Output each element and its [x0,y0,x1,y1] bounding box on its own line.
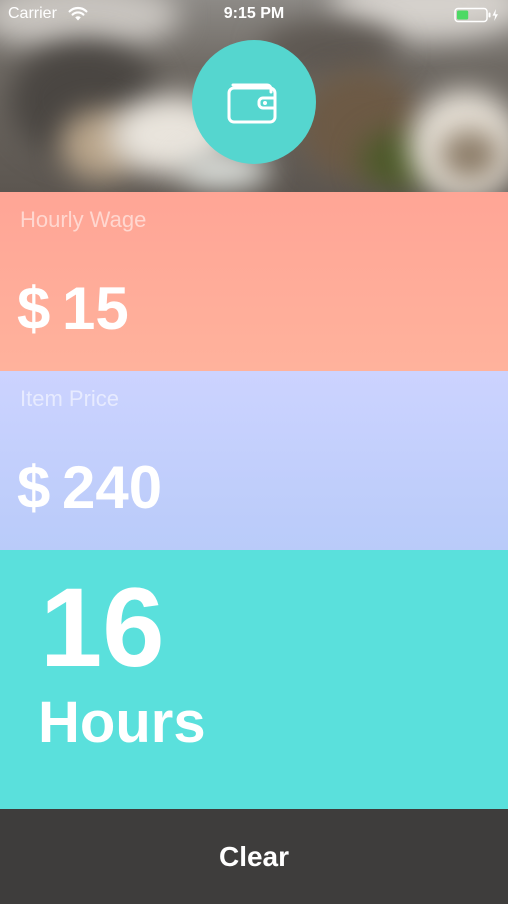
item-price-currency: $ [17,454,51,521]
hourly-wage-label: Hourly Wage [20,207,147,232]
app-screen: Carrier 9:15 PM Hourly Wage $ 15 Item Pr… [0,0,508,904]
hourly-wage-panel[interactable]: Hourly Wage $ 15 [0,192,508,371]
hours-result-unit: Hours [38,690,206,755]
wallet-icon [227,83,277,124]
clock-time: 9:15 PM [223,5,285,22]
status-bar: Carrier 9:15 PM [0,0,508,30]
wallet-button[interactable] [192,40,316,164]
item-price-label: Item Price [20,386,120,411]
item-price-panel[interactable]: Item Price $ 240 [0,371,508,550]
hourly-wage-currency: $ [17,275,51,342]
item-price-input[interactable]: 240 [62,453,162,523]
hours-result-value: 16 [40,565,165,690]
result-panel: 16 Hours [0,550,508,809]
clear-button[interactable]: Clear [0,809,508,904]
battery-icon [454,7,498,23]
hourly-wage-input[interactable]: 15 [62,274,129,344]
